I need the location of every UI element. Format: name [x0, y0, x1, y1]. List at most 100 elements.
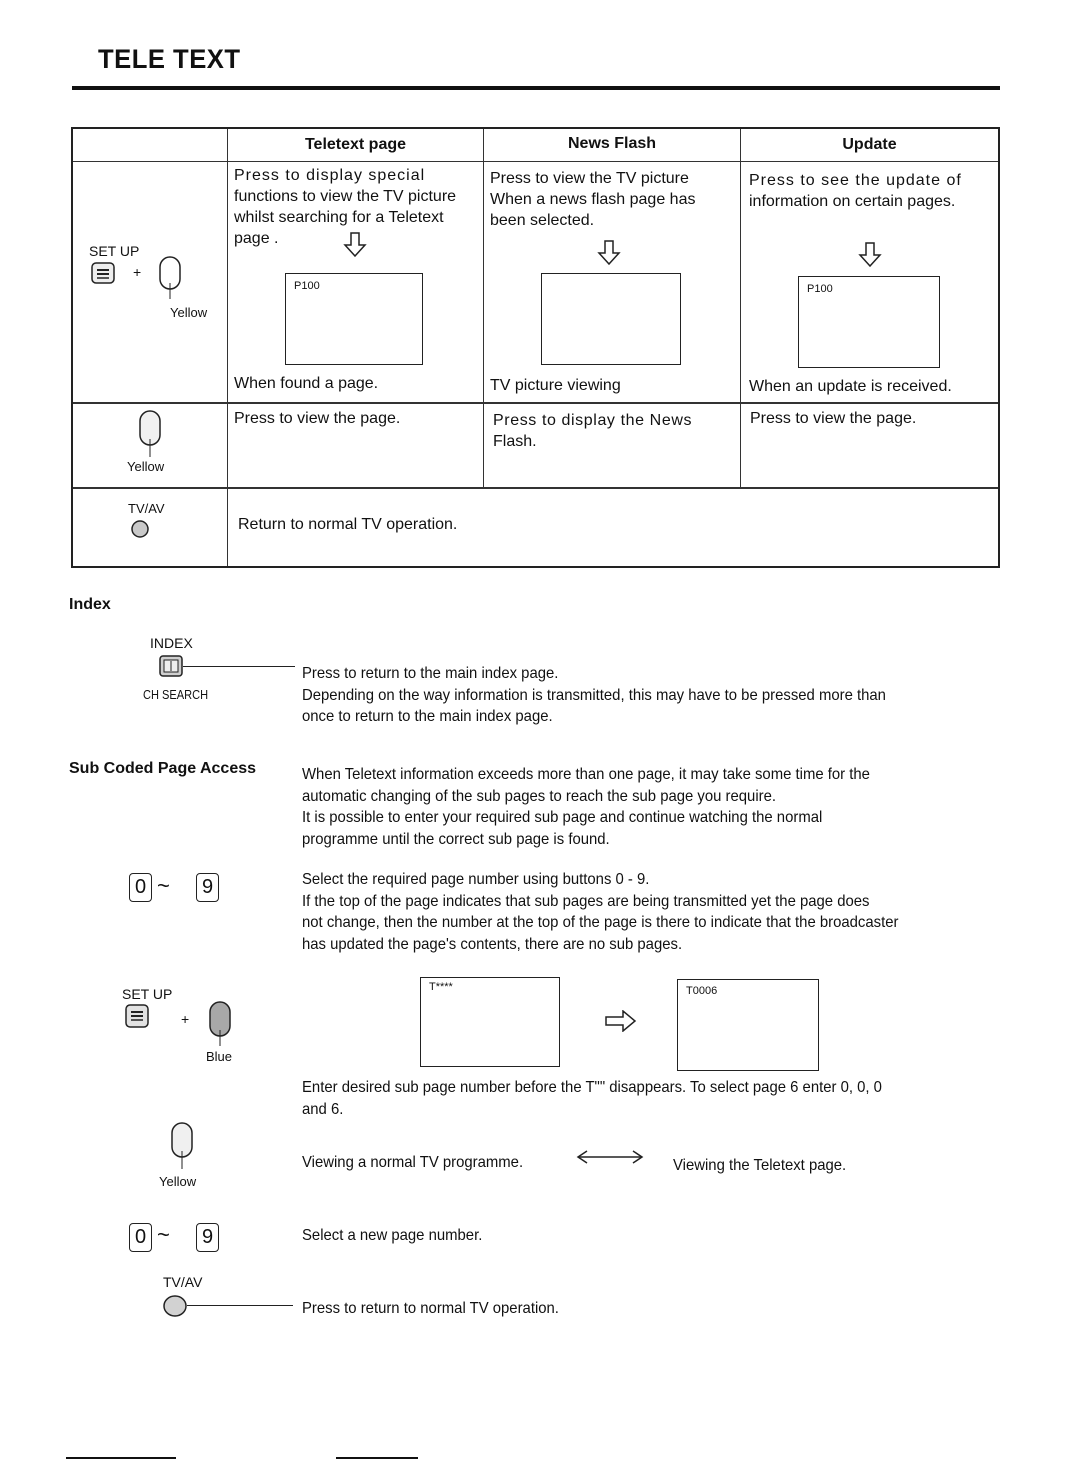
index-button[interactable] — [159, 655, 183, 682]
down-arrow-icon — [858, 242, 882, 268]
text-line: Enter desired sub page number before the… — [302, 1079, 882, 1096]
down-arrow-icon — [597, 240, 621, 266]
return-normal-text: Return to normal TV operation. — [238, 516, 458, 533]
range-tilde: ~ — [157, 873, 170, 898]
tvav-round-key-icon — [163, 1295, 187, 1317]
text-line: not change, then the number at the top o… — [302, 914, 899, 931]
blue-key-icon — [209, 1001, 231, 1046]
text-line: functions to view the TV picture — [234, 188, 457, 205]
ch-search-label: CH SEARCH — [143, 687, 209, 702]
update-caption: When an update is received. — [749, 378, 952, 395]
table-divider — [483, 129, 484, 487]
yellow-label: Yellow — [170, 305, 208, 320]
column-header-update: Update — [842, 136, 897, 153]
right-arrow-icon — [605, 1010, 637, 1032]
down-arrow-icon — [343, 232, 367, 258]
screen-subpage-code: T0006 — [686, 985, 718, 997]
setup-label: SET UP — [122, 986, 173, 1002]
tv-screen-update: P100 — [798, 276, 940, 368]
text-line: Press to display the News — [493, 412, 693, 429]
number-key-0[interactable]: 0 — [129, 873, 152, 902]
index-description: Press to return to the main index page. … — [302, 663, 886, 728]
sub-coded-intro: When Teletext information exceeds more t… — [302, 764, 870, 850]
news-flash-description: Press to view the TV picture When a news… — [490, 168, 735, 231]
text-line: once to return to the main index page. — [302, 708, 553, 725]
text-line: programme until the correct sub page is … — [302, 830, 610, 848]
news-flash-caption: TV picture viewing — [490, 377, 621, 394]
text-line: It is possible to enter your required su… — [302, 809, 823, 826]
teletext-functions-table: Teletext page News Flash Update SET UP +… — [71, 127, 1000, 568]
teletext-page-row2-text: Press to view the page. — [234, 410, 401, 427]
yellow-label: Yellow — [159, 1174, 197, 1189]
text-line: Press to display special — [234, 167, 426, 184]
text-line: has updated the page's contents, there a… — [302, 935, 683, 953]
setup-label: SET UP — [89, 243, 140, 259]
text-line: Press to view the TV picture — [490, 170, 689, 187]
plus-sign: + — [133, 264, 142, 280]
tvav-button[interactable] — [162, 1294, 190, 1323]
text-line: Press to see the update of — [749, 172, 962, 189]
leader-line — [187, 1305, 293, 1306]
enter-subpage-description: Enter desired sub page number before the… — [302, 1077, 882, 1120]
column-header-news-flash: News Flash — [567, 135, 657, 152]
yellow-key-icon — [139, 410, 161, 457]
table-divider — [73, 161, 998, 162]
text-line: Press to return to the main index page. — [302, 665, 559, 682]
blue-button[interactable] — [207, 1000, 233, 1055]
yellow-button[interactable] — [157, 255, 183, 310]
page-title: TELE TEXT — [98, 44, 241, 74]
tv-screen-subpage-searching: T**** — [420, 977, 560, 1067]
title-rule — [72, 86, 1000, 90]
table-divider — [227, 129, 228, 566]
teletext-page-caption: When found a page. — [234, 375, 379, 392]
screen-page-number: P100 — [294, 280, 320, 292]
number-key-0[interactable]: 0 — [129, 1223, 152, 1252]
setup-menu-icon — [125, 1004, 149, 1028]
index-key-icon — [159, 655, 183, 677]
text-line: automatic changing of the sub pages to r… — [302, 787, 777, 805]
toggle-left-text: Viewing a normal TV programme. — [302, 1154, 524, 1171]
text-line: and 6. — [302, 1100, 344, 1118]
text-line: Depending on the way information is tran… — [302, 686, 886, 704]
news-flash-row2-text: Press to display the News Flash. — [493, 410, 692, 452]
tvav-label: TV/AV — [128, 501, 165, 516]
new-page-text: Select a new page number. — [302, 1227, 483, 1244]
text-line: If the top of the page indicates that su… — [302, 892, 870, 910]
tvav-return-text: Press to return to normal TV operation. — [302, 1300, 559, 1317]
blue-label: Blue — [206, 1049, 233, 1064]
double-arrow-icon — [576, 1150, 644, 1164]
tv-screen-teletext-page: P100 — [285, 273, 423, 365]
number-key-9[interactable]: 9 — [196, 873, 219, 902]
table-divider — [740, 129, 741, 487]
screen-subpage-code: T**** — [429, 981, 453, 993]
text-line: Select the required page number using bu… — [302, 871, 650, 888]
footer-rule — [336, 1457, 418, 1459]
yellow-button[interactable] — [169, 1121, 195, 1178]
text-line: information on certain pages. — [749, 193, 956, 210]
sub-coded-heading: Sub Coded Page Access — [69, 760, 257, 777]
yellow-label: Yellow — [127, 459, 165, 474]
update-row2-text: Press to view the page. — [750, 410, 917, 427]
setup-button[interactable] — [125, 1004, 149, 1033]
text-line: whilst searching for a Teletext — [234, 209, 444, 226]
setup-button[interactable] — [91, 262, 115, 289]
yellow-key-icon — [171, 1122, 193, 1169]
column-header-teletext-page: Teletext page — [304, 136, 407, 153]
footer-rule — [66, 1457, 176, 1459]
tv-screen-news-flash — [541, 273, 681, 365]
yellow-button[interactable] — [137, 409, 163, 466]
table-divider — [73, 487, 998, 489]
text-line: been selected. — [490, 212, 595, 229]
text-line: When a news flash page has — [490, 191, 696, 208]
leader-line — [183, 666, 295, 667]
yellow-key-icon — [159, 256, 181, 299]
toggle-right-text: Viewing the Teletext page. — [673, 1157, 847, 1174]
screen-page-number: P100 — [807, 283, 833, 295]
text-line: Flash. — [493, 433, 537, 450]
select-page-description: Select the required page number using bu… — [302, 869, 898, 955]
tvav-button[interactable] — [130, 519, 150, 544]
index-heading: Index — [69, 596, 111, 613]
number-key-9[interactable]: 9 — [196, 1223, 219, 1252]
tvav-label: TV/AV — [163, 1274, 203, 1290]
plus-sign: + — [181, 1011, 190, 1027]
